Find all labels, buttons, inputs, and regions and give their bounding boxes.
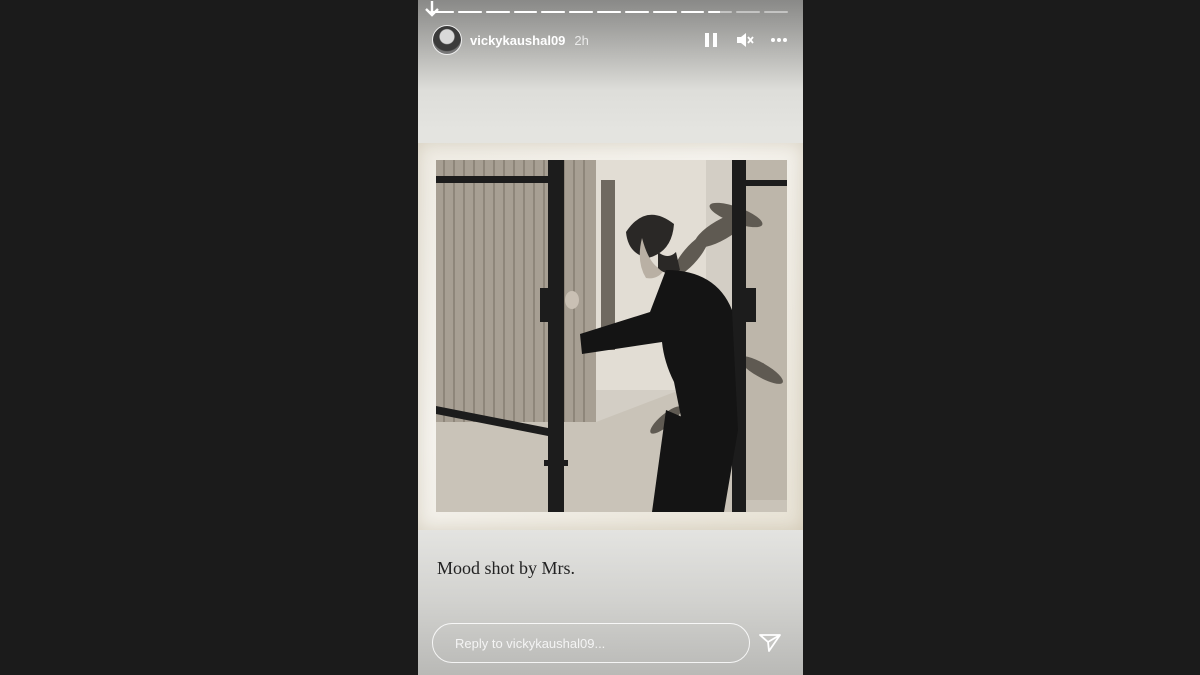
- story-photo: [436, 160, 787, 512]
- reply-input[interactable]: [453, 634, 749, 652]
- story-header: vickykaushal09 2h: [432, 25, 789, 55]
- send-icon[interactable]: [758, 631, 782, 655]
- progress-segment: [569, 11, 594, 13]
- username[interactable]: vickykaushal09: [470, 33, 565, 48]
- progress-segment: [680, 11, 705, 13]
- story-caption: Mood shot by Mrs.: [437, 558, 576, 578]
- story-progress-bar: [430, 11, 788, 13]
- progress-segment: [457, 11, 482, 13]
- progress-segment: [652, 11, 677, 13]
- avatar[interactable]: [432, 25, 462, 55]
- mute-button[interactable]: [735, 30, 755, 50]
- story-viewer[interactable]: vickykaushal09 2h Mood shot by Mrs. Repl…: [418, 0, 803, 675]
- progress-segment: [541, 11, 566, 13]
- progress-segment: [597, 11, 621, 13]
- progress-fill: [652, 11, 677, 13]
- down-arrow-icon[interactable]: [424, 0, 440, 18]
- reply-box[interactable]: [432, 623, 750, 663]
- story-photo-frame: [418, 143, 803, 530]
- progress-segment: [764, 11, 788, 13]
- progress-fill: [513, 11, 538, 13]
- progress-fill: [624, 11, 649, 13]
- muted-speaker-icon: [737, 33, 754, 47]
- progress-fill: [597, 11, 621, 13]
- progress-fill: [708, 11, 721, 13]
- more-options-button[interactable]: [769, 30, 789, 50]
- progress-fill: [485, 11, 510, 13]
- progress-fill: [569, 11, 594, 13]
- pause-icon: [705, 33, 717, 47]
- pause-button[interactable]: [701, 30, 721, 50]
- progress-segment: [513, 11, 538, 13]
- progress-fill: [541, 11, 566, 13]
- progress-fill: [457, 11, 482, 13]
- progress-segment: [624, 11, 649, 13]
- progress-segment: [736, 11, 761, 13]
- progress-segment: [708, 11, 733, 13]
- more-dots-icon: [771, 38, 787, 42]
- progress-segment: [485, 11, 510, 13]
- photo-illustration: [436, 160, 787, 512]
- story-timestamp: 2h: [574, 32, 589, 48]
- story-controls: [701, 30, 789, 50]
- progress-fill: [680, 11, 705, 13]
